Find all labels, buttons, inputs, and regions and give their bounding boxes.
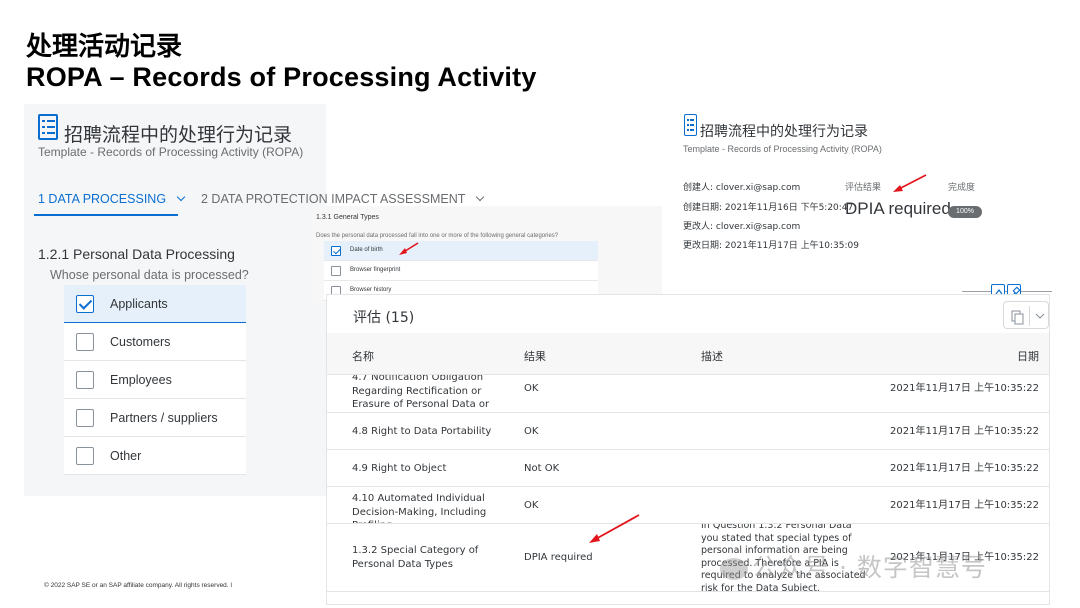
watermark-text: 公众号 · 数字智慧号 bbox=[752, 553, 987, 582]
watermark: 公众号 · 数字智慧号 bbox=[720, 548, 987, 584]
wechat-icon bbox=[720, 558, 748, 580]
annotation-arrow-icon bbox=[589, 514, 640, 543]
annotation-arrow-icon bbox=[399, 242, 419, 255]
annotation-arrow-icon bbox=[893, 174, 927, 192]
annotation-arrows bbox=[399, 174, 927, 543]
